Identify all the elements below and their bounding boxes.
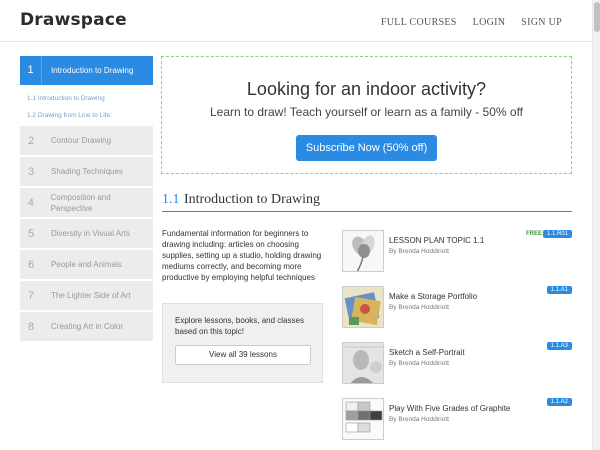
sidebar-item-composition[interactable]: 4 Composition and Perspective	[20, 188, 153, 217]
sidebar-item-label: People and Animals	[51, 260, 122, 269]
lesson-item[interactable]: Play With Five Grades of Graphite By Bre…	[342, 398, 572, 450]
sidebar-item-contour[interactable]: 2 Contour Drawing	[20, 126, 153, 155]
graphite-grid-thumbnail-icon[interactable]	[342, 398, 384, 440]
sidebar-subitem-1-2[interactable]: 1.2 Drawing from Line to Life:	[27, 107, 153, 124]
section-title: 1.1 Introduction to Drawing	[162, 190, 572, 212]
portrait-thumbnail-icon[interactable]	[342, 342, 384, 384]
lesson-author: By Brenda Hoddinott	[389, 248, 449, 255]
sidebar-item-people-animals[interactable]: 6 People and Animals	[20, 250, 153, 279]
section-name: Introduction to Drawing	[183, 192, 321, 207]
subscribe-button[interactable]: Subscribe Now (50% off)	[295, 135, 438, 161]
lesson-code-badge: 1.1.A2	[546, 398, 572, 406]
sidebar-item-label: The Lighter Side of Art	[51, 291, 131, 300]
sidebar-item-number: 5	[27, 227, 35, 240]
sidebar-item-label: Composition and Perspective	[50, 192, 111, 213]
sidebar-item-label: Creating Art in Color	[51, 322, 124, 331]
view-all-lessons-button[interactable]: View all 39 lessons	[175, 345, 311, 365]
sidebar-item-number: 3	[27, 165, 35, 178]
sidebar-item-number: 7	[27, 289, 35, 302]
sidebar-item-label: Shading Techniques	[51, 167, 123, 176]
explore-text: Explore lessons, books, and classes base…	[175, 316, 304, 336]
lesson-item[interactable]: Sketch a Self-Portrait By Brenda Hoddino…	[342, 342, 572, 398]
portfolio-thumbnail-icon[interactable]	[342, 286, 384, 328]
sidebar-item-label: Contour Drawing	[51, 136, 112, 145]
section-number: 1.1	[162, 192, 180, 207]
sidebar-item-diversity[interactable]: 5 Diversity in Visual Arts	[20, 219, 153, 248]
lesson-code-badge: 1.1.A3	[546, 342, 572, 350]
lesson-title[interactable]: Sketch a Self-Portrait	[389, 348, 465, 357]
sidebar-subitem-1-1[interactable]: 1.1 Introduction to Drawing	[27, 90, 153, 107]
free-label: FREE	[525, 231, 542, 237]
flower-thumbnail-icon[interactable]	[342, 230, 384, 272]
sidebar-item-art-in-color[interactable]: 8 Creating Art in Color	[20, 312, 153, 341]
course-sidebar: 1 Introduction to Drawing 1.1 Introducti…	[20, 56, 153, 343]
nav-login[interactable]: LOGIN	[473, 17, 506, 28]
sidebar-item-number: 6	[27, 258, 35, 271]
lesson-author: By Brenda Hoddinott	[389, 304, 449, 311]
lesson-title[interactable]: LESSON PLAN TOPIC 1.1	[389, 236, 484, 245]
top-nav: FULL COURSES LOGIN SIGN UP	[381, 17, 562, 28]
sidebar-item-introduction[interactable]: 1 Introduction to Drawing	[20, 56, 153, 85]
sidebar-item-shading[interactable]: 3 Shading Techniques	[20, 157, 153, 186]
lesson-title[interactable]: Make a Storage Portfolio	[389, 292, 477, 301]
sidebar-item-label: Diversity in Visual Arts	[51, 229, 130, 238]
nav-sign-up[interactable]: SIGN UP	[521, 17, 562, 28]
sidebar-subitems: 1.1 Introduction to Drawing 1.2 Drawing …	[20, 87, 153, 126]
section-description: Fundamental information for beginners to…	[162, 229, 322, 282]
lesson-item[interactable]: LESSON PLAN TOPIC 1.1 By Brenda Hoddinot…	[342, 230, 572, 286]
lesson-author: By Brenda Hoddinott	[389, 360, 449, 367]
lesson-list: LESSON PLAN TOPIC 1.1 By Brenda Hoddinot…	[342, 230, 572, 450]
lesson-item[interactable]: Make a Storage Portfolio By Brenda Hoddi…	[342, 286, 572, 342]
lesson-author: By Brenda Hoddinott	[389, 416, 449, 423]
sidebar-item-number: 4	[27, 196, 34, 209]
lesson-code-badge: 1.1.R01	[542, 230, 572, 238]
scrollbar-thumb[interactable]	[594, 2, 600, 32]
site-logo[interactable]: Drawspace	[20, 10, 127, 30]
sidebar-item-number: 2	[27, 134, 35, 147]
sidebar-item-label: Introduction to Drawing	[51, 66, 134, 75]
subscribe-promo: Looking for an indoor activity? Learn to…	[161, 56, 572, 174]
lesson-title[interactable]: Play With Five Grades of Graphite	[389, 404, 510, 413]
promo-subline: Learn to draw! Teach yourself or learn a…	[209, 105, 524, 119]
nav-full-courses[interactable]: FULL COURSES	[381, 17, 457, 28]
promo-headline: Looking for an indoor activity?	[246, 79, 487, 99]
explore-box: Explore lessons, books, and classes base…	[162, 303, 323, 383]
sidebar-item-number: 1	[20, 56, 42, 85]
sidebar-item-number: 8	[27, 320, 35, 333]
sidebar-item-lighter-side[interactable]: 7 The Lighter Side of Art	[20, 281, 153, 310]
lesson-code-badge: 1.1.A1	[546, 286, 572, 294]
page-scrollbar[interactable]	[592, 0, 600, 450]
site-header: Drawspace FULL COURSES LOGIN SIGN UP	[0, 0, 592, 42]
